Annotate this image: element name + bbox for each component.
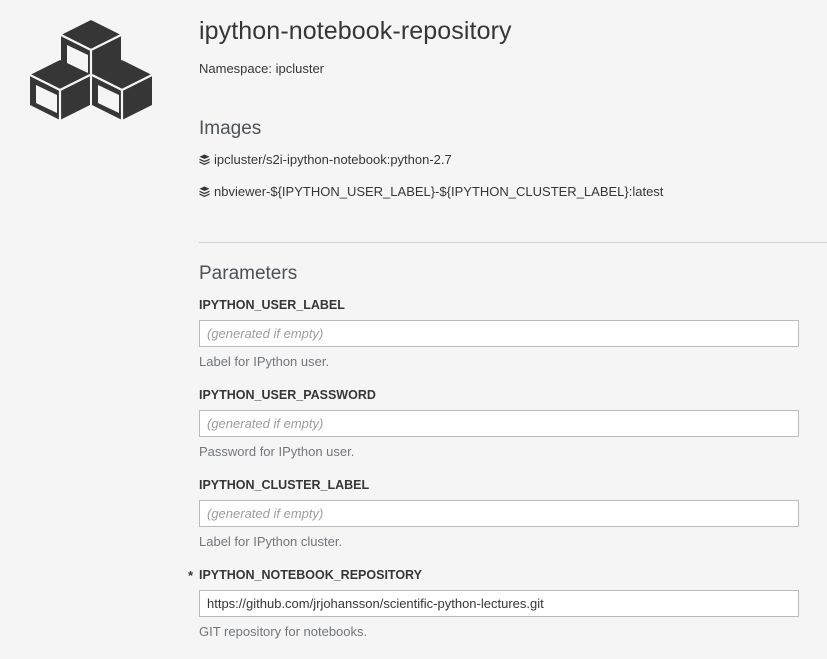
cubes-logo-icon [29,20,153,120]
image-name: ipcluster/s2i-ipython-notebook:python-2.… [214,152,452,167]
parameters-heading: Parameters [199,263,298,284]
image-item: nbviewer-${IPYTHON_USER_LABEL}-${IPYTHON… [199,184,663,199]
param-input-ipython-notebook-repository[interactable] [199,590,799,617]
image-item: ipcluster/s2i-ipython-notebook:python-2.… [199,152,452,167]
param-input-ipython-cluster-label[interactable] [199,500,799,527]
param-label-ipython-user-label: IPYTHON_USER_LABEL [199,298,345,312]
template-details-page: ipython-notebook-repository Namespace: i… [0,0,827,659]
template-logo [28,18,154,122]
param-label-ipython-user-password: IPYTHON_USER_PASSWORD [199,388,376,402]
section-divider [199,242,827,243]
images-heading: Images [199,118,262,139]
cubes-icon [199,154,210,165]
param-label-ipython-notebook-repository: IPYTHON_NOTEBOOK_REPOSITORY [199,568,422,582]
template-title: ipython-notebook-repository [199,17,512,45]
param-help-ipython-cluster-label: Label for IPython cluster. [199,534,343,549]
param-help-ipython-user-password: Password for IPython user. [199,444,355,459]
template-namespace: Namespace: ipcluster [199,61,324,76]
required-indicator: * [188,568,194,583]
param-label-ipython-cluster-label: IPYTHON_CLUSTER_LABEL [199,478,370,492]
param-help-ipython-notebook-repository: GIT repository for notebooks. [199,624,368,639]
image-name: nbviewer-${IPYTHON_USER_LABEL}-${IPYTHON… [214,184,664,199]
param-input-ipython-user-password[interactable] [199,410,799,437]
cubes-icon [199,186,210,197]
param-help-ipython-user-label: Label for IPython user. [199,354,330,369]
param-input-ipython-user-label[interactable] [199,320,799,347]
